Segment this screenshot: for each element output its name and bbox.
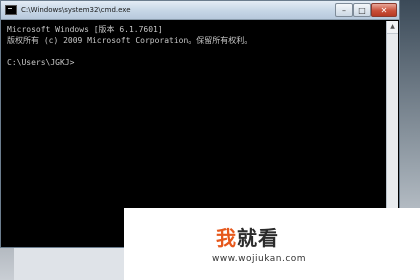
scroll-up-arrow-icon[interactable]: ▲ [387, 21, 398, 34]
console-line-version: Microsoft Windows [版本 6.1.7601] [7, 25, 163, 34]
watermark-banner: 我就看 www.wojiukan.com [124, 208, 420, 280]
console-line-copyright: 版权所有 (c) 2009 Microsoft Corporation。保留所有… [7, 36, 253, 45]
window-controls: – □ ✕ [335, 2, 397, 18]
console-app-icon[interactable] [5, 5, 17, 15]
watermark-logo-first-char: 我 [216, 226, 237, 250]
maximize-button[interactable]: □ [353, 3, 371, 17]
watermark-url: www.wojiukan.com [212, 254, 307, 264]
watermark-logo: 我就看 [216, 222, 279, 251]
watermark-logo-rest: 就看 [237, 226, 279, 250]
minimize-button[interactable]: – [335, 3, 353, 17]
close-button[interactable]: ✕ [371, 3, 397, 17]
console-prompt[interactable]: C:\Users\JGKJ> [7, 57, 381, 68]
title-bar[interactable]: C:\Windows\system32\cmd.exe – □ ✕ [1, 1, 399, 20]
window-title: C:\Windows\system32\cmd.exe [21, 6, 131, 14]
